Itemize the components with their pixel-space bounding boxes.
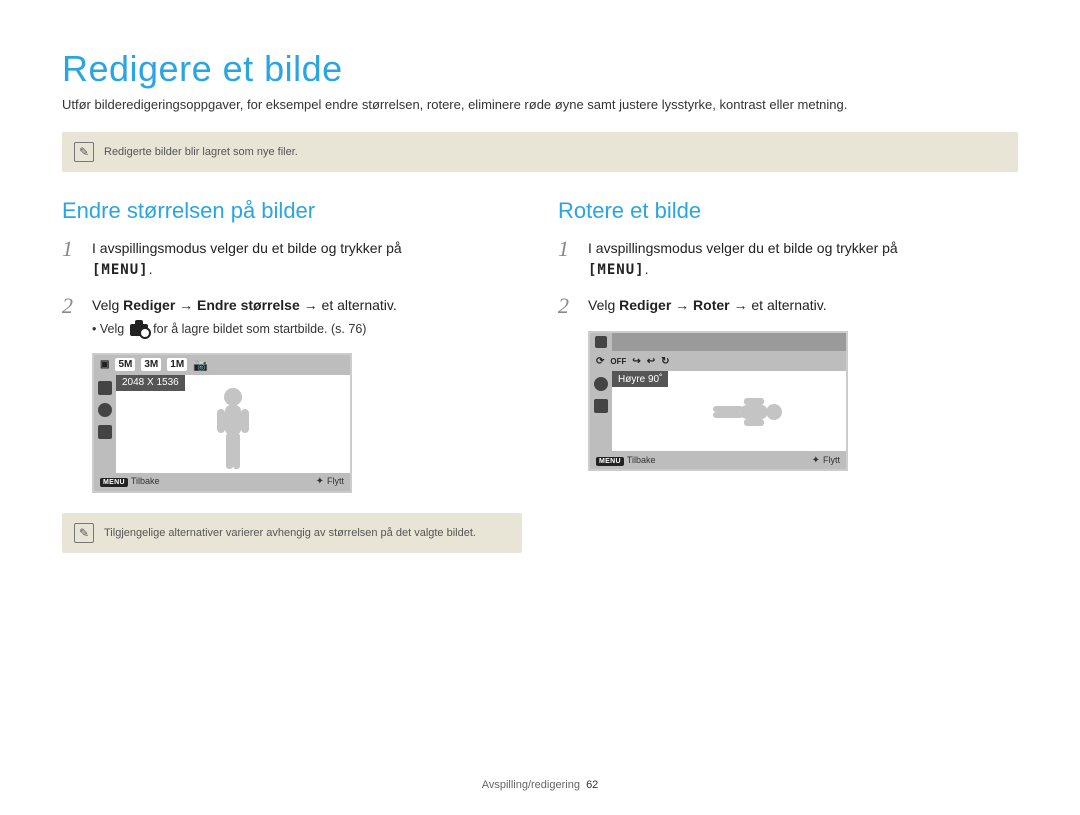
step2-suffix: et alternativ. [751,297,826,313]
step-body: I avspillingsmodus velger du et bilde og… [92,238,522,281]
step-number: 1 [558,238,578,281]
startup-image-option-icon: 📷 [193,358,208,372]
note-saved-as-new: ✎ Redigerte bilder blir lagret som nye f… [62,132,1018,172]
note-text: Tilgjengelige alternativer varierer avhe… [104,527,476,539]
step-2-left: 2 Velg Rediger → Endre størrelse → et al… [62,295,522,339]
resize-icon [595,336,607,348]
lcd-top-icons: ⟳ OFF ↪ ↩ ↻ [590,351,846,371]
startup-image-icon [130,324,148,336]
size-option: 3M [141,358,161,371]
column-resize: Endre størrelsen på bilder 1 I avspillin… [62,198,522,553]
step-body: Velg Rediger → Roter → et alternativ. [588,295,1018,317]
move-label: Flytt [327,476,344,486]
footer-section: Avspilling/redigering [482,779,580,791]
rotate-right-icon: ↪ [632,356,640,367]
step-1-right: 1 I avspillingsmodus velger du et bilde … [558,238,1018,281]
nav-icon: ✦ [316,476,324,487]
back-label: Tilbake [131,476,160,486]
note-options-vary: ✎ Tilgjengelige alternativer varierer av… [62,513,522,553]
step1-suffix: . [149,261,153,277]
content-columns: Endre størrelsen på bilder 1 I avspillin… [62,198,1018,553]
resize-tab-icon: ▣ [100,359,109,370]
step2-bold1: Rediger [619,297,671,313]
menu-key-left-1: [MENU] [92,260,149,281]
arrow: → [175,297,197,313]
lcd-mock-resize: ▣ 5M 3M 1M 📷 2048 X 1536 [92,353,522,493]
lcd-top-icons: ▣ 5M 3M 1M 📷 [94,355,350,375]
off-label: OFF [610,357,626,366]
lcd-tooltip: 2048 X 1536 [116,375,185,391]
adjust-icon [594,399,608,413]
step-2-right: 2 Velg Rediger → Roter → et alternativ. [558,295,1018,317]
step-body: I avspillingsmodus velger du et bilde og… [588,238,1018,281]
lcd-side-icons [94,375,116,473]
intro-text: Utfør bilderedigeringsoppgaver, for ekse… [62,96,1018,114]
sub-bullet: Velg for å lagre bildet som startbilde. … [92,320,522,339]
lcd-side-row1 [590,333,612,351]
page-footer: Avspilling/redigering 62 [0,779,1080,791]
step-body: Velg Rediger → Endre størrelse → et alte… [92,295,522,339]
column-rotate: Rotere et bilde 1 I avspillingsmodus vel… [558,198,1018,553]
arrow: → [300,297,322,313]
page-title: Redigere et bilde [62,48,1018,90]
back-label: Tilbake [627,455,656,465]
sub-suffix: for å lagre bildet som startbilde. (s. 7… [150,322,367,336]
rotate-180-icon: ↻ [661,356,669,367]
nav-icon: ✦ [812,455,820,466]
step-number: 1 [62,238,82,281]
footer-page-number: 62 [586,779,598,791]
step1-text: I avspillingsmodus velger du et bilde og… [92,240,402,256]
note-icon: ✎ [74,523,94,543]
step2-suffix: et alternativ. [322,297,397,313]
palette-icon [594,377,608,391]
step1-suffix: . [645,261,649,277]
step1-text: I avspillingsmodus velger du et bilde og… [588,240,898,256]
sub-prefix: Velg [100,322,128,336]
menu-keytag: MENU [596,457,624,466]
step-1-left: 1 I avspillingsmodus velger du et bilde … [62,238,522,281]
menu-key-right-1: [MENU] [588,260,645,281]
step2-bold1: Rediger [123,297,175,313]
section-heading-resize: Endre størrelsen på bilder [62,198,522,224]
lcd-tooltip: Høyre 90˚ [612,371,668,387]
size-option: 1M [167,358,187,371]
clock-icon [98,381,112,395]
step-number: 2 [62,295,82,339]
step2-prefix: Velg [588,297,619,313]
menu-keytag: MENU [100,478,128,487]
adjust-icon [98,425,112,439]
lcd-bottom-bar: MENUTilbake ✦Flytt [94,473,350,491]
person-rotated-silhouette-icon [669,387,789,437]
size-option: 5M [115,358,135,371]
palette-icon [98,403,112,417]
lcd-canvas: Høyre 90˚ [612,371,846,451]
step-number: 2 [558,295,578,317]
arrow: → [671,297,693,313]
note-text: Redigerte bilder blir lagret som nye fil… [104,146,298,158]
rotate-left-icon: ↩ [647,356,655,367]
lcd-mock-rotate: ⟳ OFF ↪ ↩ ↻ Høyre 90˚ [588,331,1018,471]
lcd-canvas: 2048 X 1536 [116,375,350,473]
note-icon: ✎ [74,142,94,162]
arrow: → [730,297,752,313]
step2-bold2: Endre størrelse [197,297,300,313]
rotate-tab-icon: ⟳ [596,356,604,367]
step2-prefix: Velg [92,297,123,313]
lcd-side-icons [590,371,612,451]
lcd-bottom-bar: MENUTilbake ✦Flytt [590,451,846,469]
person-silhouette-icon [203,385,263,473]
step2-bold2: Roter [693,297,730,313]
move-label: Flytt [823,455,840,465]
section-heading-rotate: Rotere et bilde [558,198,1018,224]
